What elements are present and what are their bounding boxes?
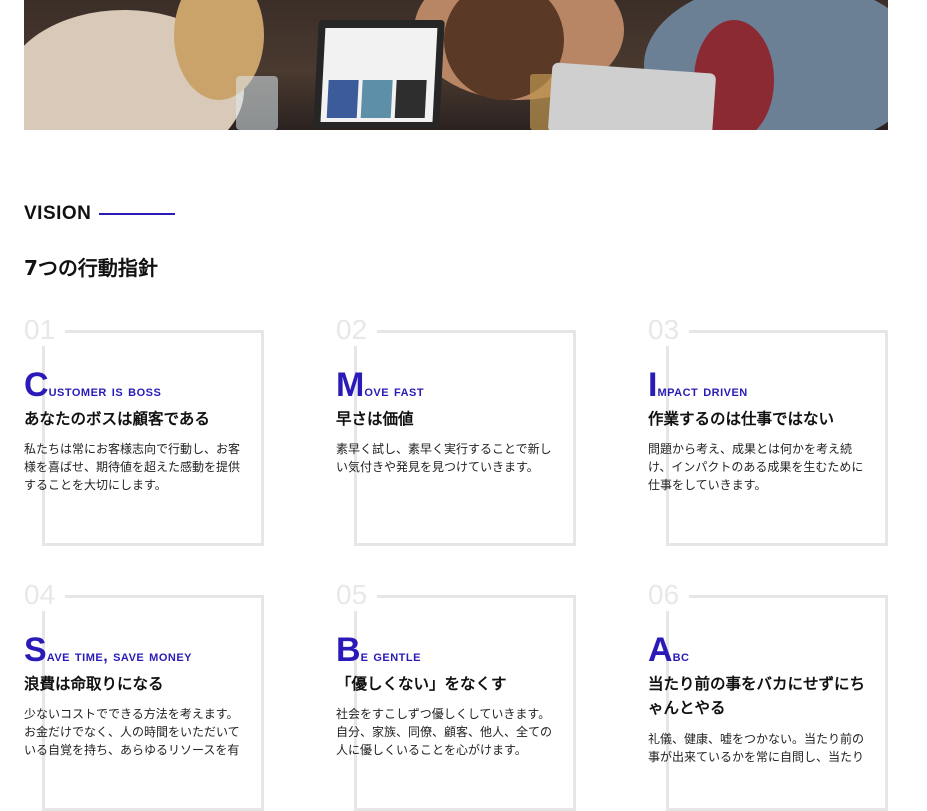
hero-laptop-silver (547, 62, 717, 130)
card-heading-initial: S (24, 631, 47, 669)
principle-card-3: 03 Impact driven 作業するのは仕事ではない 問題から考え、成果と… (648, 314, 918, 546)
card-heading-rest: mpact driven (657, 383, 748, 400)
card-heading-rest: e gentle (360, 648, 421, 665)
card-heading: Move fast (336, 366, 424, 405)
card-number: 03 (648, 314, 690, 346)
card-description: 私たちは常にお客様志向で行動し、お客様を喜ばせ、期待値を超えた感動を提供すること… (24, 442, 241, 492)
card-subtitle: 当たり前の事をバカにせずにちゃんとやる (648, 675, 866, 717)
card-subtitle: 作業するのは仕事ではない (648, 410, 835, 428)
card-frame (666, 330, 888, 546)
hero-laptop (313, 20, 445, 128)
card-frame (42, 330, 264, 546)
card-number: 05 (336, 579, 378, 611)
card-description: 社会をすこしずつ優しくしていきます。自分、家族、同僚、顧客、他人、全ての人に優し… (336, 707, 553, 757)
card-heading: Save time, save money (24, 631, 192, 670)
card-subtitle: あなたのボスは顧客である (24, 410, 210, 428)
section-title: 7つの行動指針 (24, 256, 158, 280)
card-heading-rest: ove fast (364, 383, 425, 400)
card-subtitle: 「優しくない」をなくす (336, 675, 507, 693)
card-frame (354, 330, 576, 546)
card-description: 礼儀、健康、嘘をつかない。当たり前の事が出来ているかを常に自問し、当たり (648, 732, 865, 764)
card-number: 06 (648, 579, 690, 611)
card-heading: Abc (648, 631, 689, 670)
card-frame (42, 595, 264, 811)
card-heading-initial: C (24, 366, 49, 404)
card-heading-initial: M (336, 366, 365, 404)
principle-card-1: 01 Customer is boss あなたのボスは顧客である 私たちは常にお… (24, 314, 294, 546)
principle-card-2: 02 Move fast 早さは価値 素早く試し、素早く実行することで新しい気付… (336, 314, 606, 546)
card-description: 素早く試し、素早く実行することで新しい気付きや発見を見つけていきます。 (336, 442, 552, 474)
card-number: 04 (24, 579, 66, 611)
card-frame (354, 595, 576, 811)
card-description: 問題から考え、成果とは何かを考え続け、インパクトのある成果を生むために仕事をして… (648, 442, 864, 492)
card-number: 01 (24, 314, 66, 346)
card-number: 02 (336, 314, 378, 346)
card-heading: Customer is boss (24, 366, 161, 405)
card-description: 少ないコストでできる方法を考えます。お金だけでなく、人の時間をいただいている自覚… (24, 707, 240, 757)
principle-card-4: 04 Save time, save money 浪費は命取りになる 少ないコス… (24, 579, 294, 811)
hero-glass (236, 76, 278, 130)
card-heading-rest: bc (672, 648, 690, 665)
card-heading-rest: ave time, save money (46, 648, 193, 665)
card-heading: Be gentle (336, 631, 421, 670)
card-subtitle: 早さは価値 (336, 410, 414, 428)
card-heading-initial: A (648, 631, 673, 669)
section-label-line (99, 213, 176, 215)
card-subtitle: 浪費は命取りになる (24, 675, 164, 693)
vision-label: VISION (24, 203, 92, 224)
card-heading: Impact driven (648, 366, 748, 405)
section-label: VISION (24, 203, 176, 225)
hero-image (24, 0, 888, 130)
card-heading-initial: B (336, 631, 361, 669)
principle-card-6: 06 Abc 当たり前の事をバカにせずにちゃんとやる 礼儀、健康、嘘をつかない。… (648, 579, 918, 811)
principle-card-5: 05 Be gentle 「優しくない」をなくす 社会をすこしずつ優しくしていき… (336, 579, 606, 811)
card-heading-rest: ustomer is boss (48, 383, 162, 400)
